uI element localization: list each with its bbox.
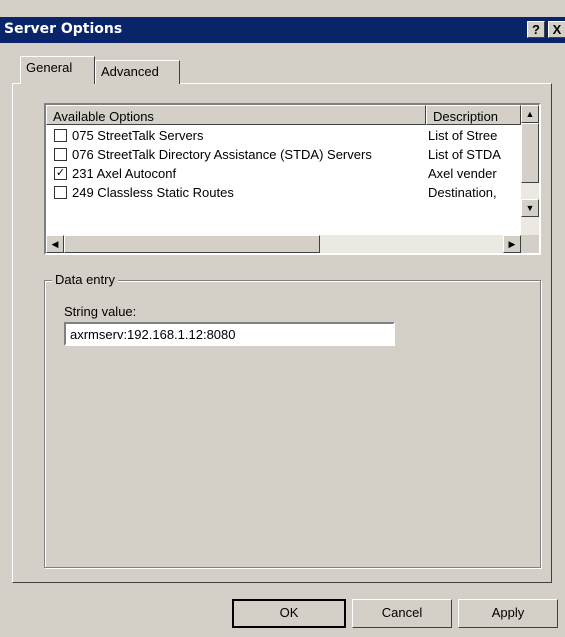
option-description: Axel vender bbox=[428, 166, 497, 181]
vertical-scrollbar[interactable]: ▲ ▼ bbox=[521, 105, 539, 235]
option-checkbox[interactable] bbox=[54, 148, 67, 161]
list-header: Available Options Description bbox=[46, 105, 521, 125]
ok-button[interactable]: OK bbox=[232, 599, 346, 628]
list-item[interactable]: 076 StreetTalk Directory Assistance (STD… bbox=[54, 146, 521, 164]
scroll-up-icon[interactable]: ▲ bbox=[521, 105, 539, 123]
scroll-down-icon[interactable]: ▼ bbox=[521, 199, 539, 217]
vertical-scroll-thumb[interactable] bbox=[521, 123, 539, 183]
available-options-list[interactable]: Available Options Description 075 Street… bbox=[44, 103, 541, 255]
title-bar: Server Options ? X bbox=[0, 17, 565, 43]
data-entry-group-label: Data entry bbox=[52, 272, 118, 287]
dialog-title: Server Options bbox=[4, 21, 123, 37]
scroll-right-icon[interactable]: ▶ bbox=[503, 235, 521, 253]
close-button[interactable]: X bbox=[548, 21, 565, 38]
option-description: List of Stree bbox=[428, 128, 498, 143]
list-item[interactable]: 249 Classless Static Routes Destination, bbox=[54, 184, 521, 202]
column-header-description[interactable]: Description bbox=[426, 105, 521, 125]
list-item[interactable]: 075 StreetTalk Servers List of Stree bbox=[54, 127, 521, 145]
horizontal-scroll-thumb[interactable] bbox=[64, 235, 320, 253]
option-checkbox[interactable]: ✓ bbox=[54, 167, 67, 180]
string-value-input[interactable] bbox=[64, 322, 395, 346]
option-checkbox[interactable] bbox=[54, 129, 67, 142]
option-description: Destination, bbox=[428, 185, 497, 200]
string-value-label: String value: bbox=[64, 304, 137, 319]
apply-button[interactable]: Apply bbox=[458, 599, 558, 628]
scroll-left-icon[interactable]: ◀ bbox=[46, 235, 64, 253]
horizontal-scrollbar[interactable]: ◀ ▶ bbox=[46, 235, 521, 253]
option-name: 231 Axel Autoconf bbox=[72, 166, 177, 181]
help-button[interactable]: ? bbox=[527, 21, 545, 38]
list-item[interactable]: ✓ 231 Axel Autoconf Axel vender bbox=[54, 165, 521, 183]
server-options-dialog: Server Options ? X General Advanced Avai… bbox=[0, 0, 565, 637]
option-checkbox[interactable] bbox=[54, 186, 67, 199]
cancel-button[interactable]: Cancel bbox=[352, 599, 452, 628]
scrollbar-corner bbox=[521, 235, 539, 253]
tab-general[interactable]: General bbox=[20, 56, 95, 84]
option-name: 075 StreetTalk Servers bbox=[72, 128, 204, 143]
option-description: List of STDA bbox=[428, 147, 501, 162]
column-header-available-options[interactable]: Available Options bbox=[46, 105, 426, 125]
option-name: 249 Classless Static Routes bbox=[72, 185, 234, 200]
option-name: 076 StreetTalk Directory Assistance (STD… bbox=[72, 147, 372, 162]
tab-advanced[interactable]: Advanced bbox=[95, 60, 180, 84]
